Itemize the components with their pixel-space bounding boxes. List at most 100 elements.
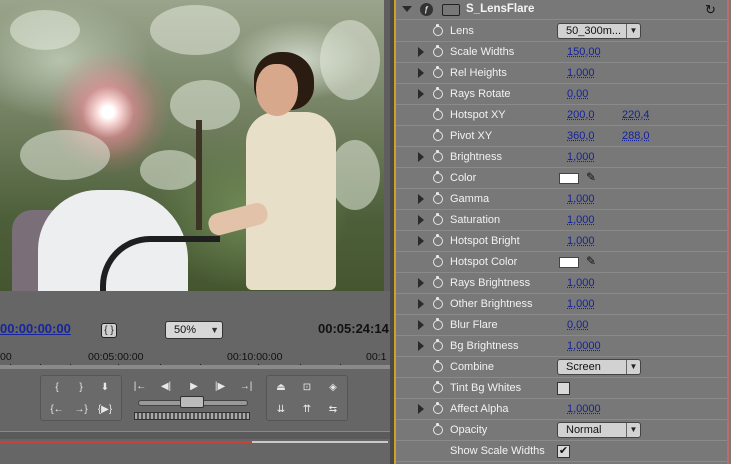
expand-icon[interactable] (418, 404, 424, 414)
stopwatch-icon[interactable] (433, 171, 443, 183)
stopwatch-icon[interactable] (433, 339, 443, 351)
expand-icon[interactable] (418, 236, 424, 246)
expand-icon[interactable] (418, 47, 424, 57)
step-back-marker-icon[interactable]: |← (130, 378, 150, 396)
expand-icon[interactable] (418, 152, 424, 162)
expand-icon[interactable] (418, 299, 424, 309)
output-icon[interactable]: ◈ (323, 379, 343, 397)
param-value[interactable]: 1,0000 (567, 340, 601, 352)
expand-icon[interactable] (418, 194, 424, 204)
param-value-y[interactable]: 220,4 (622, 109, 650, 121)
stopwatch-icon[interactable] (433, 87, 443, 99)
trim-icon[interactable]: ⇆ (323, 401, 343, 419)
param-value[interactable]: 1,000 (567, 235, 595, 247)
stopwatch-icon[interactable] (433, 45, 443, 57)
expand-icon[interactable] (418, 278, 424, 288)
stopwatch-icon[interactable] (433, 24, 443, 36)
timeline-bar[interactable] (0, 431, 390, 439)
video-preview[interactable] (0, 0, 384, 291)
expand-icon[interactable] (418, 89, 424, 99)
param-value[interactable]: 1,000 (567, 67, 595, 79)
stopwatch-icon[interactable] (433, 108, 443, 120)
effect-controls-panel: ƒ S_LensFlare ↻ Lens 50_300m... ▼ Scale Wid… (394, 0, 731, 464)
stopwatch-icon[interactable] (433, 297, 443, 309)
insert-icon[interactable]: ⇊ (271, 401, 291, 419)
safe-margins-icon[interactable]: ⊡ (297, 379, 317, 397)
param-label: Rel Heights (450, 67, 507, 79)
param-row-bg-brightness: Bg Brightness 1,0000 (396, 336, 729, 357)
fx-toggle-icon[interactable]: ƒ (420, 3, 433, 16)
param-value[interactable]: 1,0000 (567, 403, 601, 415)
stopwatch-icon[interactable] (433, 402, 443, 414)
step-forward-marker-icon[interactable]: →| (236, 378, 256, 396)
reset-icon[interactable]: ↻ (705, 2, 716, 18)
effect-type-icon (442, 4, 460, 16)
param-dropdown[interactable]: Screen ▼ (557, 359, 641, 375)
color-swatch[interactable] (559, 173, 579, 184)
stopwatch-icon[interactable] (433, 276, 443, 288)
shuttle-knob[interactable] (180, 396, 204, 408)
marker-icon[interactable]: ⬇ (95, 379, 115, 397)
step-back-icon[interactable]: ◀| (156, 378, 176, 396)
param-value[interactable]: 1,000 (567, 277, 595, 289)
stopwatch-icon[interactable] (433, 66, 443, 78)
dropdown-value: Normal (566, 424, 602, 436)
stopwatch-icon[interactable] (433, 192, 443, 204)
program-monitor: 00:00:00:00 { } 50% ▼ 00:05:24:14 00 00:… (0, 0, 390, 464)
param-value[interactable]: 0,00 (567, 88, 588, 100)
stopwatch-icon[interactable] (433, 318, 443, 330)
ruler-bar[interactable] (0, 365, 390, 369)
param-checkbox[interactable] (557, 382, 570, 395)
jog-wheel[interactable] (134, 412, 250, 420)
edit-controls: ⏏ ⊡ ◈ ⇊ ⇈ ⇆ (266, 375, 348, 421)
param-value[interactable]: 360,0 (567, 130, 595, 142)
zoom-select[interactable]: 50% ▼ (165, 321, 223, 339)
param-row-tint-bg-whites: Tint Bg Whites (396, 378, 729, 399)
effect-header[interactable]: ƒ S_LensFlare ↻ (396, 0, 729, 20)
goto-in-icon[interactable]: {← (47, 401, 67, 419)
stopwatch-icon[interactable] (433, 360, 443, 372)
param-dropdown[interactable]: 50_300m... ▼ (557, 23, 641, 39)
param-row-combine: Combine Screen ▼ (396, 357, 729, 378)
set-in-icon[interactable]: { (47, 379, 67, 397)
param-value[interactable]: 150,00 (567, 46, 601, 58)
param-value[interactable]: 1,000 (567, 214, 595, 226)
chevron-down-icon: ▼ (626, 423, 640, 437)
expand-icon[interactable] (418, 215, 424, 225)
expand-icon[interactable] (418, 341, 424, 351)
stopwatch-icon[interactable] (433, 213, 443, 225)
goto-out-icon[interactable]: →} (71, 401, 91, 419)
play-in-out-icon[interactable]: {▶} (95, 401, 115, 419)
collapse-icon[interactable] (402, 6, 412, 12)
stopwatch-icon[interactable] (433, 255, 443, 267)
param-row-rays-rotate: Rays Rotate 0,00 (396, 84, 729, 105)
expand-icon[interactable] (418, 68, 424, 78)
set-out-icon[interactable]: } (71, 379, 91, 397)
param-checkbox[interactable]: ✔ (557, 445, 570, 458)
param-value[interactable]: 1,000 (567, 193, 595, 205)
play-icon[interactable]: ▶ (184, 378, 204, 396)
step-forward-icon[interactable]: |▶ (210, 378, 230, 396)
param-value[interactable]: 1,000 (567, 151, 595, 163)
lift-icon[interactable]: ⏏ (271, 379, 291, 397)
fit-icon[interactable]: { } (101, 323, 117, 338)
param-value[interactable]: 200,0 (567, 109, 595, 121)
overlay-icon[interactable]: ⇈ (297, 401, 317, 419)
param-value-y[interactable]: 288,0 (622, 130, 650, 142)
stopwatch-icon[interactable] (433, 150, 443, 162)
param-value[interactable]: 0,00 (567, 319, 588, 331)
stopwatch-icon[interactable] (433, 234, 443, 246)
current-timecode[interactable]: 00:00:00:00 (0, 321, 71, 336)
param-label: Lens (450, 25, 474, 37)
work-area-remaining (252, 441, 388, 443)
param-label: Hotspot XY (450, 109, 506, 121)
stopwatch-icon[interactable] (433, 423, 443, 435)
eyedropper-icon[interactable]: ✎ (586, 254, 596, 268)
stopwatch-icon[interactable] (433, 381, 443, 393)
color-swatch[interactable] (559, 257, 579, 268)
stopwatch-icon[interactable] (433, 129, 443, 141)
param-dropdown[interactable]: Normal ▼ (557, 422, 641, 438)
expand-icon[interactable] (418, 320, 424, 330)
eyedropper-icon[interactable]: ✎ (586, 170, 596, 184)
param-value[interactable]: 1,000 (567, 298, 595, 310)
